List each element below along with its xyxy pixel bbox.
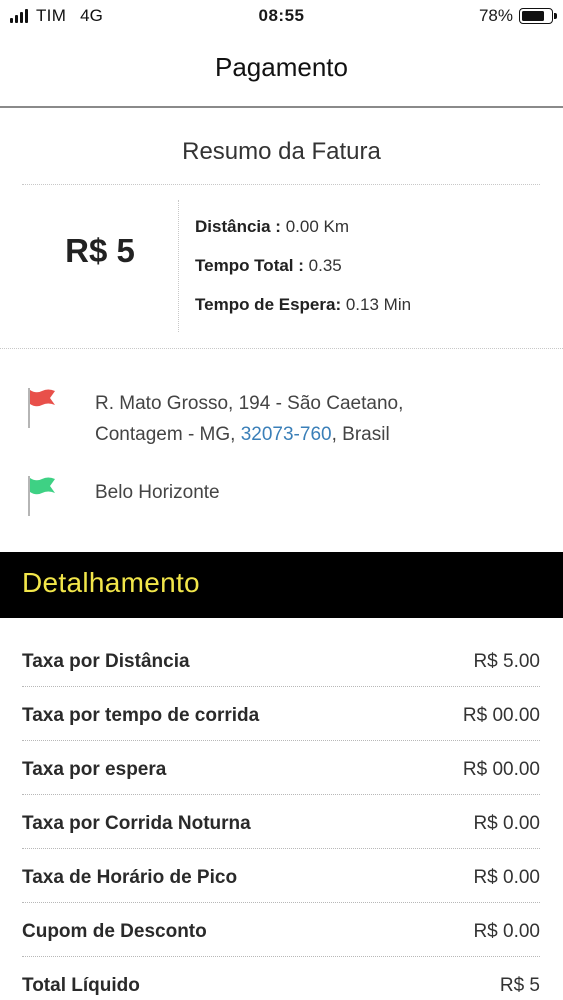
vertical-divider (178, 200, 179, 332)
metric-distance: Distância : 0.00 Km (195, 217, 349, 237)
invoice-summary-title: Resumo da Fatura (182, 138, 381, 165)
fee-row-peak: Taxa de Horário de Pico R$ 0.00 (22, 867, 540, 921)
total-label: Total Líquido (22, 975, 140, 996)
fee-row-distance: Taxa por Distância R$ 5.00 (22, 651, 540, 705)
fee-row-waiting: Taxa por espera R$ 00.00 (22, 759, 540, 813)
metric-wait-time-value: 0.13 Min (341, 295, 412, 314)
details-title: Detalhamento (22, 567, 200, 598)
total-value: R$ 5 (499, 975, 540, 996)
page-title: Pagamento (215, 52, 348, 82)
fee-value: R$ 0.00 (473, 921, 540, 942)
origin-address-city: Contagem - MG, (95, 424, 241, 445)
battery-icon (519, 8, 557, 24)
fee-row-discount: Cupom de Desconto R$ 0.00 (22, 921, 540, 975)
status-bar-right: 78% (478, 6, 557, 26)
fee-label: Cupom de Desconto (22, 921, 207, 942)
fee-label: Taxa por Corrida Noturna (22, 813, 251, 834)
row-divider (22, 740, 540, 741)
fee-value: R$ 0.00 (473, 813, 540, 834)
metric-total-time-label: Tempo Total : (195, 256, 304, 275)
status-bar: TIM 4G 08:55 78% (0, 0, 563, 32)
divider (0, 348, 563, 349)
fee-row-total: Total Líquido R$ 5 (22, 975, 540, 1000)
postal-code-link[interactable]: 32073-760 (241, 424, 332, 445)
invoice-amount: R$ 5 (65, 232, 135, 269)
nav-bar: Pagamento (0, 32, 563, 108)
metric-distance-label: Distância : (195, 217, 281, 236)
origin-address-line1: R. Mato Grosso, 194 - São Caetano, (95, 393, 404, 414)
details-header: Detalhamento (0, 552, 563, 618)
origin-address-line2: Contagem - MG, 32073-760, Brasil (95, 419, 403, 450)
fee-value: R$ 0.00 (473, 867, 540, 888)
fee-label: Taxa de Horário de Pico (22, 867, 238, 888)
fee-value: R$ 00.00 (462, 759, 540, 780)
destination-flag-icon (28, 476, 55, 516)
fee-value: R$ 00.00 (462, 705, 540, 726)
row-divider (22, 794, 540, 795)
origin-address-country: , Brasil (331, 424, 390, 445)
battery-percent: 78% (478, 6, 513, 25)
metric-total-time: Tempo Total : 0.35 (195, 256, 342, 276)
fee-value: R$ 5.00 (473, 651, 540, 672)
row-divider (22, 956, 540, 957)
origin-flag-icon (28, 388, 55, 428)
divider (22, 184, 540, 185)
fee-label: Taxa por espera (22, 759, 167, 780)
fee-label: Taxa por Distância (22, 651, 190, 672)
origin-address: R. Mato Grosso, 194 - São Caetano, Conta… (95, 388, 403, 450)
battery-fill (522, 11, 544, 21)
destination-address: Belo Horizonte (95, 482, 220, 503)
row-divider (22, 686, 540, 687)
fee-row-night: Taxa por Corrida Noturna R$ 0.00 (22, 813, 540, 867)
fee-label: Taxa por tempo de corrida (22, 705, 260, 726)
metric-wait-time-label: Tempo de Espera: (195, 295, 342, 314)
fee-row-ride-time: Taxa por tempo de corrida R$ 00.00 (22, 705, 540, 759)
metric-total-time-value: 0.35 (303, 256, 342, 275)
row-divider (22, 848, 540, 849)
metric-wait-time: Tempo de Espera: 0.13 Min (195, 295, 411, 315)
metric-distance-value: 0.00 Km (280, 217, 350, 236)
row-divider (22, 902, 540, 903)
battery-cap (554, 13, 557, 19)
